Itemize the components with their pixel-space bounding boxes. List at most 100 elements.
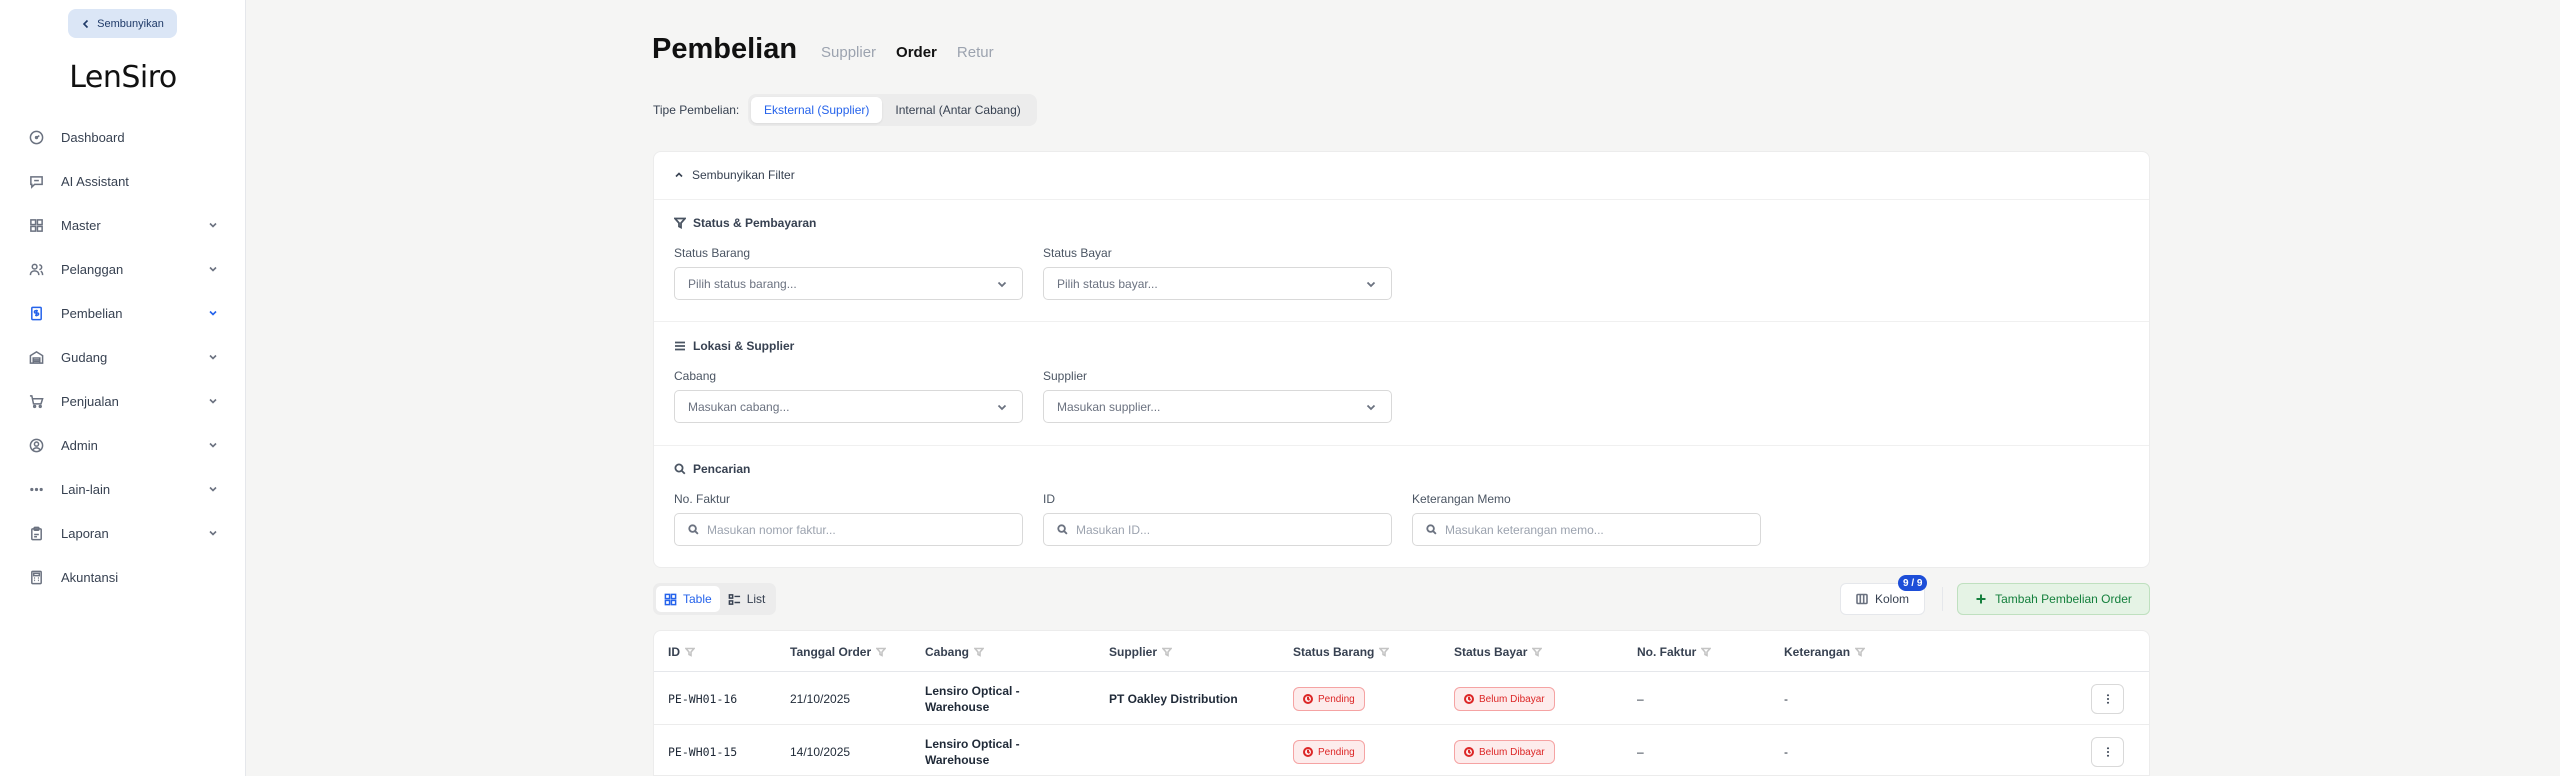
chevron-down-icon	[209, 530, 217, 536]
id-placeholder: Masukan ID...	[1076, 522, 1151, 537]
supplier-label: Supplier	[1043, 369, 1088, 383]
add-pembelian-order-button[interactable]: Tambah Pembelian Order	[1957, 583, 2150, 615]
column-header-keterangan[interactable]: Keterangan	[1784, 645, 1866, 659]
kolom-label: Kolom	[1874, 592, 1909, 606]
chevron-down-icon	[209, 310, 217, 316]
filter-icon[interactable]	[974, 647, 985, 657]
filter-icon[interactable]	[685, 647, 695, 657]
chevron-down-icon	[209, 442, 217, 448]
memo-input[interactable]: Masukan keterangan memo...	[1412, 513, 1761, 546]
page-title: Pembelian	[652, 33, 798, 65]
id-input[interactable]: Masukan ID...	[1043, 513, 1392, 546]
toggle-filter-button[interactable]: Sembunyikan Filter	[674, 168, 795, 182]
user-circle-icon	[29, 438, 44, 452]
grid-icon	[30, 218, 43, 232]
tipe-pembelian-toggle: Eksternal (Supplier) Internal (Antar Cab…	[748, 94, 1037, 126]
tipe-pembelian-label: Tipe Pembelian:	[653, 103, 740, 117]
column-header-label: Supplier	[1109, 645, 1158, 659]
sidebar-item-label: Master	[61, 217, 101, 233]
chevron-down-icon	[209, 354, 217, 360]
sidebar-item-master[interactable]: Master	[0, 203, 246, 247]
orders-table: ID Tanggal Order Cabang Supplier Status …	[653, 630, 2150, 776]
sidebar-item-label: Laporan	[61, 525, 109, 541]
sidebar-item-label: Gudang	[61, 349, 108, 365]
search-icon	[1057, 524, 1068, 535]
status-bayar-badge: Belum Dibayar	[1454, 687, 1555, 711]
section-status-pembayaran: Status & Pembayaran	[674, 216, 816, 230]
column-header-tanggal[interactable]: Tanggal Order	[790, 645, 887, 659]
status-bayar-text: Belum Dibayar	[1479, 746, 1545, 758]
collapse-sidebar-button[interactable]: Sembunyikan	[68, 9, 177, 38]
cell-id: PE-WH01-15	[668, 745, 738, 759]
supplier-select[interactable]: Masukan supplier...	[1043, 390, 1392, 423]
logo: LenSiro	[69, 60, 177, 95]
status-bayar-select[interactable]: Pilih status bayar...	[1043, 267, 1392, 300]
column-header-label: Keterangan	[1784, 645, 1851, 659]
calculator-icon	[31, 570, 42, 584]
filter-icon	[674, 217, 686, 229]
sidebar-item-dashboard[interactable]: Dashboard	[0, 115, 246, 159]
filter-icon[interactable]	[1162, 647, 1173, 657]
faktur-input[interactable]: Masukan nomor faktur...	[674, 513, 1023, 546]
chevron-left-icon	[83, 19, 89, 28]
column-header-no-faktur[interactable]: No. Faktur	[1637, 645, 1712, 659]
filter-icon[interactable]	[1532, 647, 1543, 657]
chevron-down-icon	[997, 404, 1007, 410]
chevron-down-icon	[1366, 404, 1376, 410]
tab-supplier[interactable]: Supplier	[821, 44, 876, 61]
filter-icon[interactable]	[1855, 647, 1866, 657]
column-header-label: No. Faktur	[1637, 645, 1697, 659]
sidebar-item-label: Dashboard	[61, 129, 125, 145]
filter-icon[interactable]	[876, 647, 887, 657]
column-header-status-bayar[interactable]: Status Bayar	[1454, 645, 1543, 659]
column-header-supplier[interactable]: Supplier	[1109, 645, 1173, 659]
cell-tanggal: 14/10/2025	[790, 745, 851, 759]
sidebar-item-admin[interactable]: Admin	[0, 423, 246, 467]
sidebar: Sembunyikan LenSiro Dashboard AI Assista…	[0, 0, 246, 776]
cell-keterangan: -	[1784, 745, 1788, 759]
row-actions-button[interactable]	[2091, 684, 2124, 714]
users-icon	[29, 263, 44, 275]
filter-icon[interactable]	[1379, 647, 1390, 657]
sidebar-item-pembelian[interactable]: Pembelian	[0, 291, 246, 335]
sidebar-item-laporan[interactable]: Laporan	[0, 511, 246, 555]
clock-icon	[1303, 747, 1313, 757]
search-icon	[688, 524, 699, 535]
view-toggle: Table List	[653, 583, 777, 615]
view-table-label: Table	[683, 592, 712, 606]
tipe-eksternal-button[interactable]: Eksternal (Supplier)	[751, 97, 883, 123]
id-label: ID	[1043, 492, 1055, 506]
sidebar-item-label: Admin	[61, 437, 98, 453]
faktur-placeholder: Masukan nomor faktur...	[707, 522, 836, 537]
sidebar-item-penjualan[interactable]: Penjualan	[0, 379, 246, 423]
cabang-line: Warehouse	[925, 753, 990, 767]
section-title-label: Pencarian	[693, 462, 751, 476]
clock-icon	[1464, 694, 1474, 704]
status-barang-select[interactable]: Pilih status barang...	[674, 267, 1023, 300]
tab-order[interactable]: Order	[896, 44, 937, 61]
cell-supplier: PT Oakley Distribution	[1109, 692, 1238, 706]
main-content: Pembelian Supplier Order Retur Tipe Pemb…	[246, 0, 2560, 776]
column-header-id[interactable]: ID	[668, 645, 695, 659]
tipe-internal-button[interactable]: Internal (Antar Cabang)	[882, 97, 1033, 123]
sidebar-item-lain-lain[interactable]: Lain-lain	[0, 467, 246, 511]
view-table-button[interactable]: Table	[656, 586, 720, 612]
sidebar-item-ai-assistant[interactable]: AI Assistant	[0, 159, 246, 203]
sidebar-item-akuntansi[interactable]: Akuntansi	[0, 555, 246, 599]
table-row[interactable]: PE-WH01-15 14/10/2025 Lensiro Optical - …	[654, 726, 2149, 775]
view-list-button[interactable]: List	[720, 586, 774, 612]
faktur-label: No. Faktur	[674, 492, 731, 506]
filter-icon[interactable]	[1701, 647, 1712, 657]
tab-retur[interactable]: Retur	[957, 44, 994, 61]
row-actions-button[interactable]	[2091, 737, 2124, 767]
kolom-count-badge: 9 / 9	[1898, 575, 1928, 591]
status-barang-label: Status Barang	[674, 246, 751, 260]
cabang-select[interactable]: Masukan cabang...	[674, 390, 1023, 423]
table-row[interactable]: PE-WH01-16 21/10/2025 Lensiro Optical - …	[654, 673, 2149, 725]
column-header-status-barang[interactable]: Status Barang	[1293, 645, 1390, 659]
sidebar-item-gudang[interactable]: Gudang	[0, 335, 246, 379]
sidebar-item-label: Pelanggan	[61, 261, 124, 277]
search-icon	[1426, 524, 1437, 535]
column-header-cabang[interactable]: Cabang	[925, 645, 985, 659]
sidebar-item-pelanggan[interactable]: Pelanggan	[0, 247, 246, 291]
